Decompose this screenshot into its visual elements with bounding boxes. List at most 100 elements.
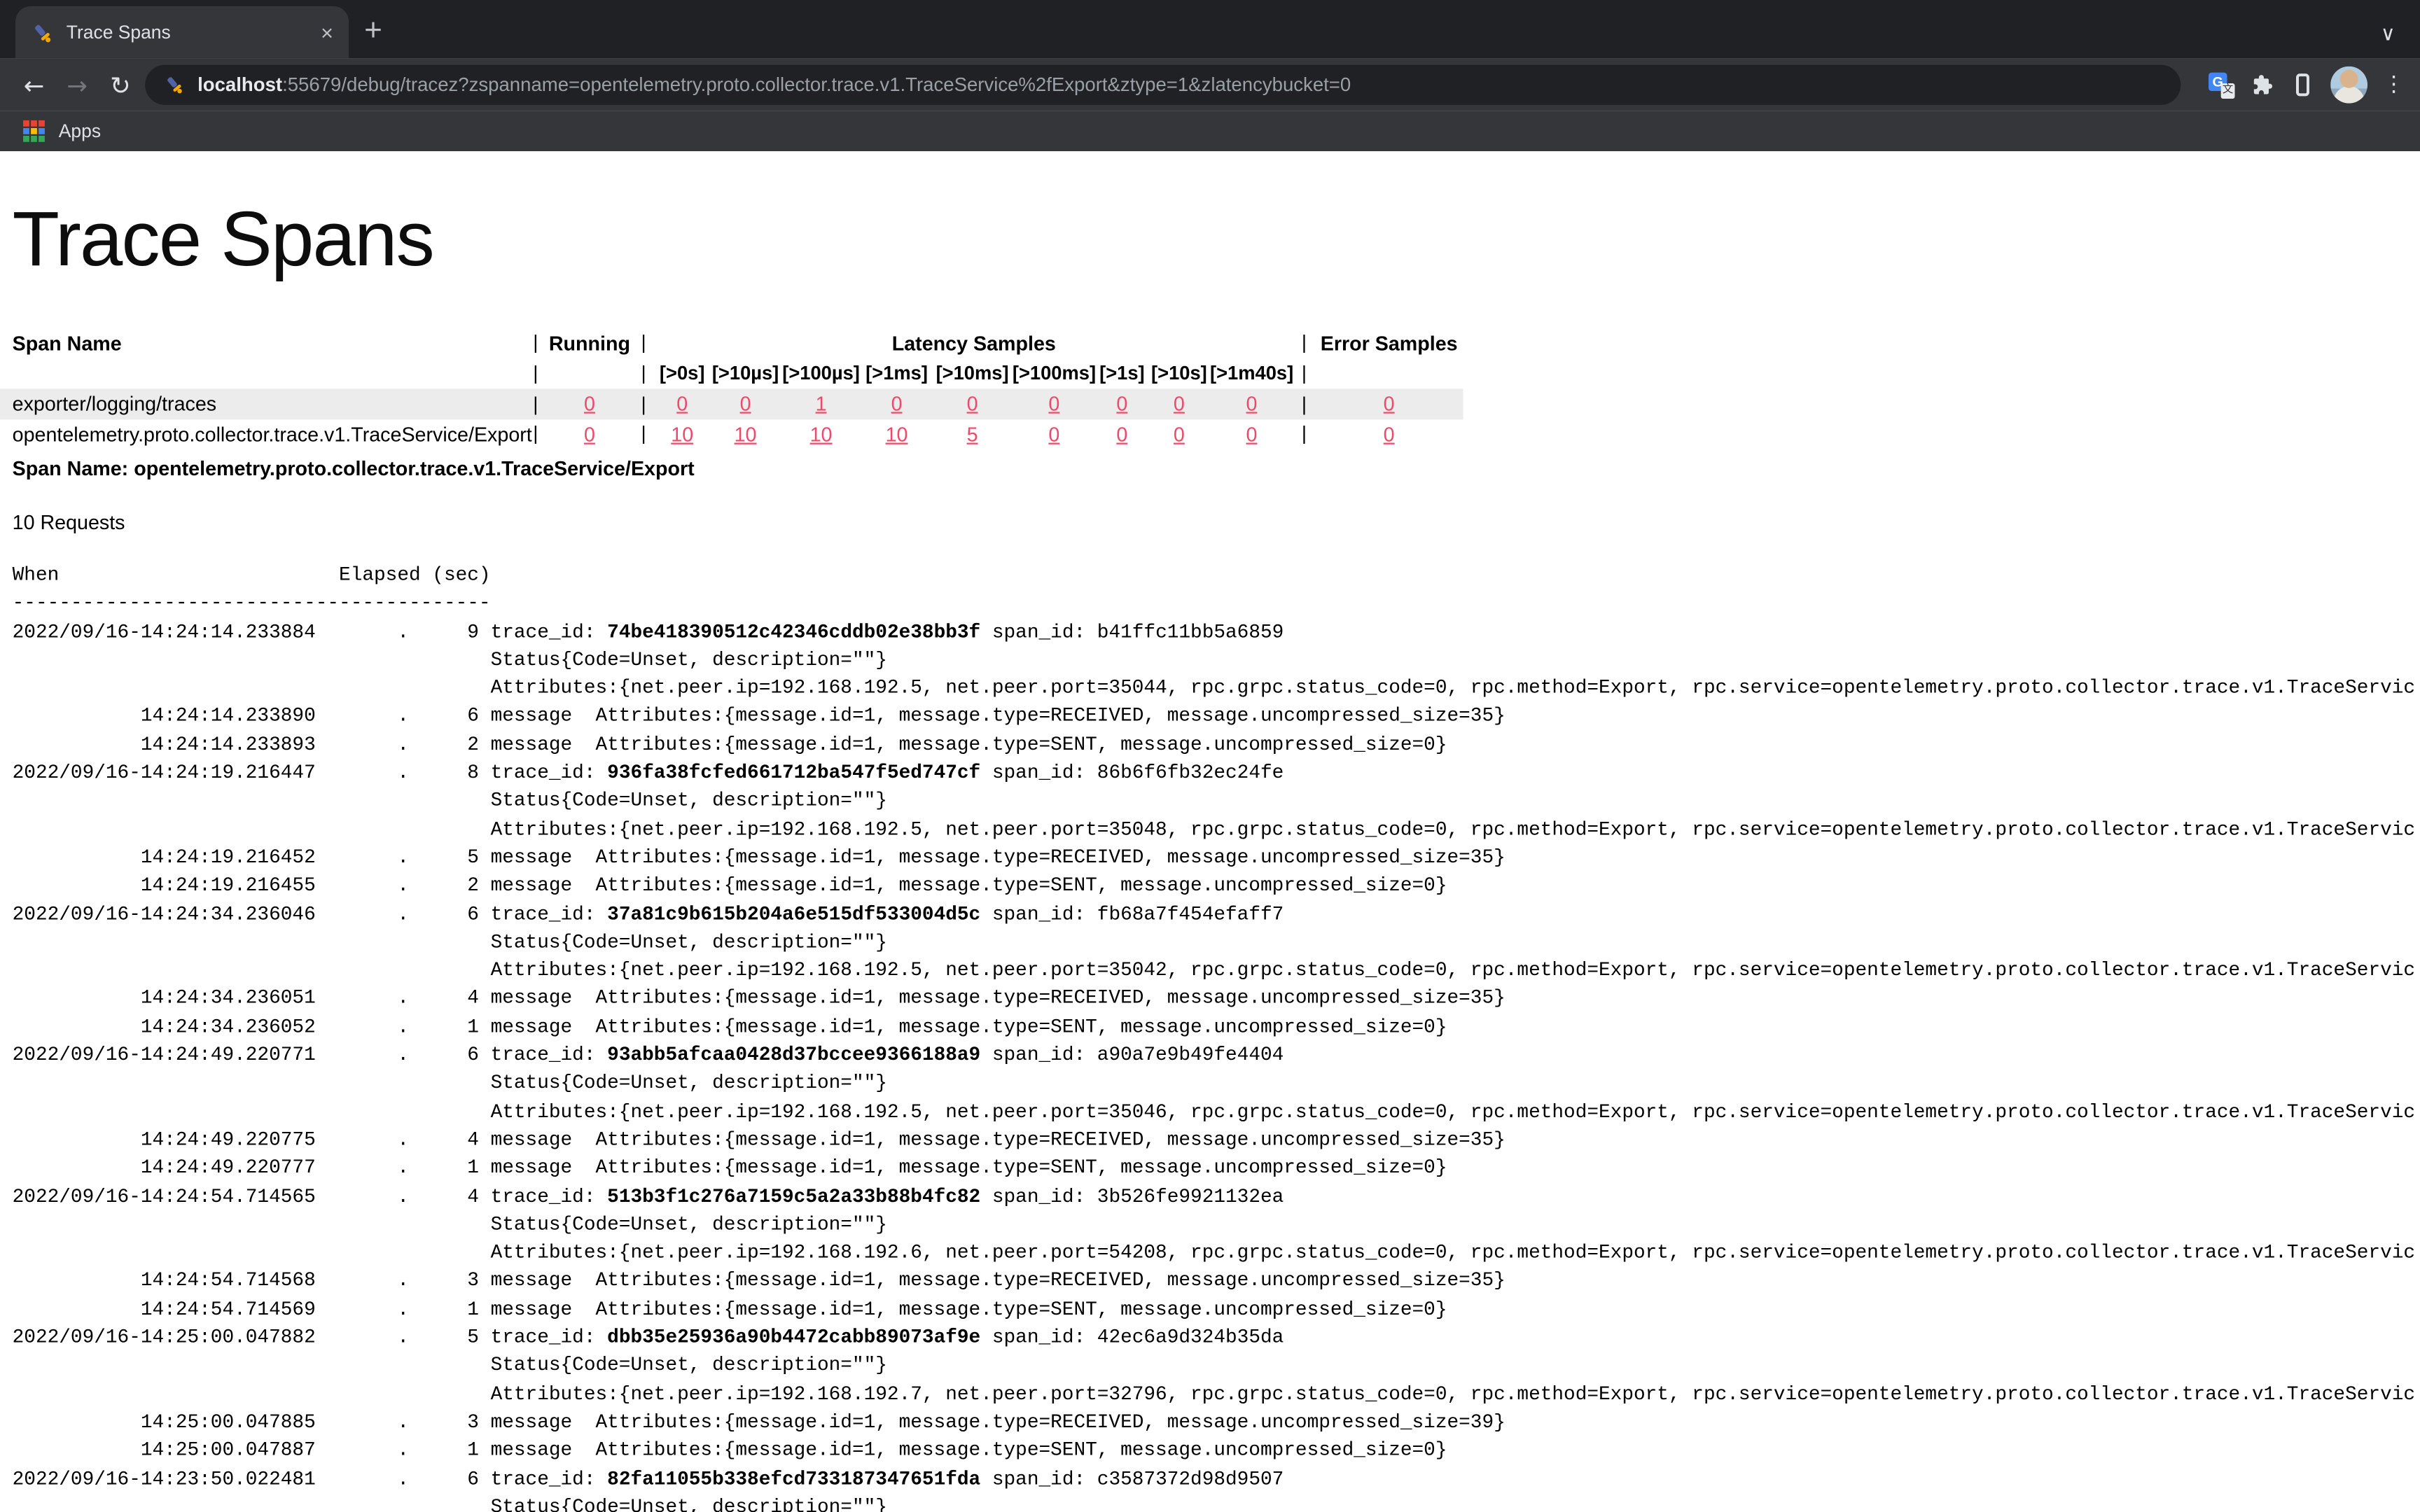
url-path: :55679/debug/tracez?zspanname=openteleme…	[282, 74, 1351, 96]
translate-extension-icon[interactable]: G文	[2209, 71, 2234, 97]
log-entry-span-row: 2022/09/16-14:24:54.714565 . 4 trace_id:…	[13, 1182, 2420, 1210]
bookmarks-bar: Apps	[0, 111, 2420, 151]
request-count-line: 10 Requests	[13, 511, 2420, 536]
span-name-cell: exporter/logging/traces	[0, 392, 524, 415]
log-divider: ----------------------------------------…	[13, 590, 2420, 618]
page-title: Trace Spans	[13, 193, 2420, 286]
chrome-menu-kebab-icon[interactable]: ⋮	[2383, 73, 2405, 97]
side-panel-icon[interactable]	[2290, 73, 2315, 97]
latency-count-link[interactable]: 0	[1116, 422, 1127, 445]
latency-count-link[interactable]: 0	[1116, 392, 1127, 415]
latency-bucket-label: [>100ms]	[1013, 363, 1096, 384]
column-separator: |	[524, 363, 546, 384]
column-separator: |	[524, 332, 546, 354]
latency-count-link[interactable]: 0	[891, 392, 903, 415]
log-entry-message-row: 14:24:54.714569 . 1 message Attributes:{…	[13, 1296, 2420, 1324]
latency-count-link[interactable]: 0	[1048, 392, 1059, 415]
back-icon[interactable]: ←	[13, 70, 56, 99]
running-count-link[interactable]: 0	[584, 392, 595, 415]
latency-count-link[interactable]: 0	[740, 392, 751, 415]
log-entry-span-row: 2022/09/16-14:23:50.022481 . 6 trace_id:…	[13, 1465, 2420, 1493]
forward-icon[interactable]: →	[55, 70, 99, 99]
span-summary-row: exporter/logging/traces|0|001000000|0	[0, 388, 1463, 419]
error-count-link[interactable]: 0	[1384, 392, 1395, 415]
latency-bucket-label: [>0s]	[655, 363, 710, 384]
apps-grid-icon	[23, 120, 45, 142]
log-entry-message-row: 14:24:14.233890 . 6 message Attributes:{…	[13, 703, 2420, 731]
latency-count-link[interactable]: 0	[676, 392, 688, 415]
url-host: localhost	[197, 74, 282, 96]
log-entry-status-row: Status{Code=Unset, description=""}	[13, 646, 2420, 674]
tab-title: Trace Spans	[67, 22, 321, 43]
latency-count-cell: 0	[1210, 392, 1293, 415]
latency-count-cell: 10	[655, 422, 710, 445]
column-separator: |	[524, 393, 546, 414]
log-entry-span-row: 2022/09/16-14:24:14.233884 . 9 trace_id:…	[13, 618, 2420, 646]
latency-count-link[interactable]: 10	[810, 422, 833, 445]
new-tab-icon[interactable]: +	[364, 14, 382, 50]
log-entry-message-row: 14:24:19.216455 . 2 message Attributes:{…	[13, 872, 2420, 900]
log-entry-status-row: Status{Code=Unset, description=""}	[13, 1493, 2420, 1512]
latency-count-link[interactable]: 0	[967, 392, 978, 415]
selected-span-name-line: Span Name: opentelemetry.proto.collector…	[13, 456, 2420, 481]
latency-count-cell: 0	[710, 392, 781, 415]
column-separator: |	[633, 332, 655, 354]
column-separator: |	[633, 363, 655, 384]
latency-count-link[interactable]: 10	[735, 422, 757, 445]
error-count-link[interactable]: 0	[1384, 422, 1395, 445]
latency-count-link[interactable]: 0	[1246, 422, 1258, 445]
latency-count-cell: 0	[861, 392, 932, 415]
tab-search-chevron-icon[interactable]: ∨	[2381, 23, 2395, 46]
latency-count-cell: 0	[1210, 422, 1293, 445]
otel-favicon	[164, 74, 186, 96]
latency-count-cell: 0	[1148, 422, 1210, 445]
latency-bucket-label: [>1m40s]	[1210, 363, 1293, 384]
latency-count-link[interactable]: 0	[1048, 422, 1059, 445]
log-entry-message-row: 14:24:34.236052 . 1 message Attributes:{…	[13, 1014, 2420, 1042]
latency-count-link[interactable]: 0	[1174, 422, 1185, 445]
latency-count-link[interactable]: 0	[1174, 392, 1185, 415]
latency-count-cell: 5	[932, 422, 1013, 445]
latency-count-cell: 0	[1013, 392, 1096, 415]
log-entry-attributes-row: Attributes:{net.peer.ip=192.168.192.5, n…	[13, 675, 2420, 703]
latency-count-cell: 0	[1013, 422, 1096, 445]
url-bar[interactable]: localhost:55679/debug/tracez?zspanname=o…	[145, 65, 2181, 105]
latency-count-link[interactable]: 5	[967, 422, 978, 445]
latency-count-link[interactable]: 0	[1246, 392, 1258, 415]
latency-count-cell: 1	[781, 392, 861, 415]
log-entry-message-row: 14:25:00.047885 . 3 message Attributes:{…	[13, 1408, 2420, 1436]
log-entry-status-row: Status{Code=Unset, description=""}	[13, 1352, 2420, 1380]
profile-avatar[interactable]	[2330, 66, 2367, 104]
log-entry-span-row: 2022/09/16-14:25:00.047882 . 5 trace_id:…	[13, 1324, 2420, 1352]
span-summary-row: opentelemetry.proto.collector.trace.v1.T…	[0, 419, 1463, 449]
running-count-link[interactable]: 0	[584, 422, 595, 445]
log-entry-span-row: 2022/09/16-14:24:34.236046 . 6 trace_id:…	[13, 900, 2420, 928]
latency-count-link[interactable]: 1	[816, 392, 827, 415]
tab-trace-spans[interactable]: Trace Spans ×	[15, 6, 349, 59]
log-entry-message-row: 14:24:49.220777 . 1 message Attributes:{…	[13, 1154, 2420, 1182]
log-entry-message-row: 14:24:14.233893 . 2 message Attributes:{…	[13, 731, 2420, 759]
tab-close-icon[interactable]: ×	[321, 22, 333, 43]
tab-strip: Trace Spans × + ∨	[0, 0, 2420, 59]
running-count-cell: 0	[546, 392, 632, 415]
log-entry-attributes-row: Attributes:{net.peer.ip=192.168.192.7, n…	[13, 1380, 2420, 1408]
log-entry-attributes-row: Attributes:{net.peer.ip=192.168.192.5, n…	[13, 816, 2420, 844]
latency-count-cell: 0	[932, 392, 1013, 415]
reload-icon[interactable]: ↻	[99, 70, 142, 99]
extensions-puzzle-icon[interactable]	[2251, 73, 2275, 97]
log-entry-attributes-row: Attributes:{net.peer.ip=192.168.192.5, n…	[13, 1098, 2420, 1126]
latency-count-link[interactable]: 10	[886, 422, 908, 445]
log-entry-status-row: Status{Code=Unset, description=""}	[13, 1070, 2420, 1098]
latency-count-link[interactable]: 10	[671, 422, 693, 445]
error-count-cell: 0	[1315, 392, 1463, 415]
column-separator: |	[524, 423, 546, 444]
log-entry-status-row: Status{Code=Unset, description=""}	[13, 1211, 2420, 1239]
latency-count-cell: 10	[710, 422, 781, 445]
span-summary-table: Span Name|Running|Latency Samples|Error …	[0, 327, 1463, 449]
col-header-running: Running	[546, 331, 632, 354]
log-entry-message-row: 14:25:00.047887 . 1 message Attributes:{…	[13, 1436, 2420, 1464]
log-header-row: When Elapsed (sec)	[13, 561, 2420, 589]
bookmarks-apps-label[interactable]: Apps	[59, 120, 101, 142]
request-log: When Elapsed (sec)----------------------…	[13, 561, 2420, 1512]
column-separator: |	[1293, 332, 1315, 354]
